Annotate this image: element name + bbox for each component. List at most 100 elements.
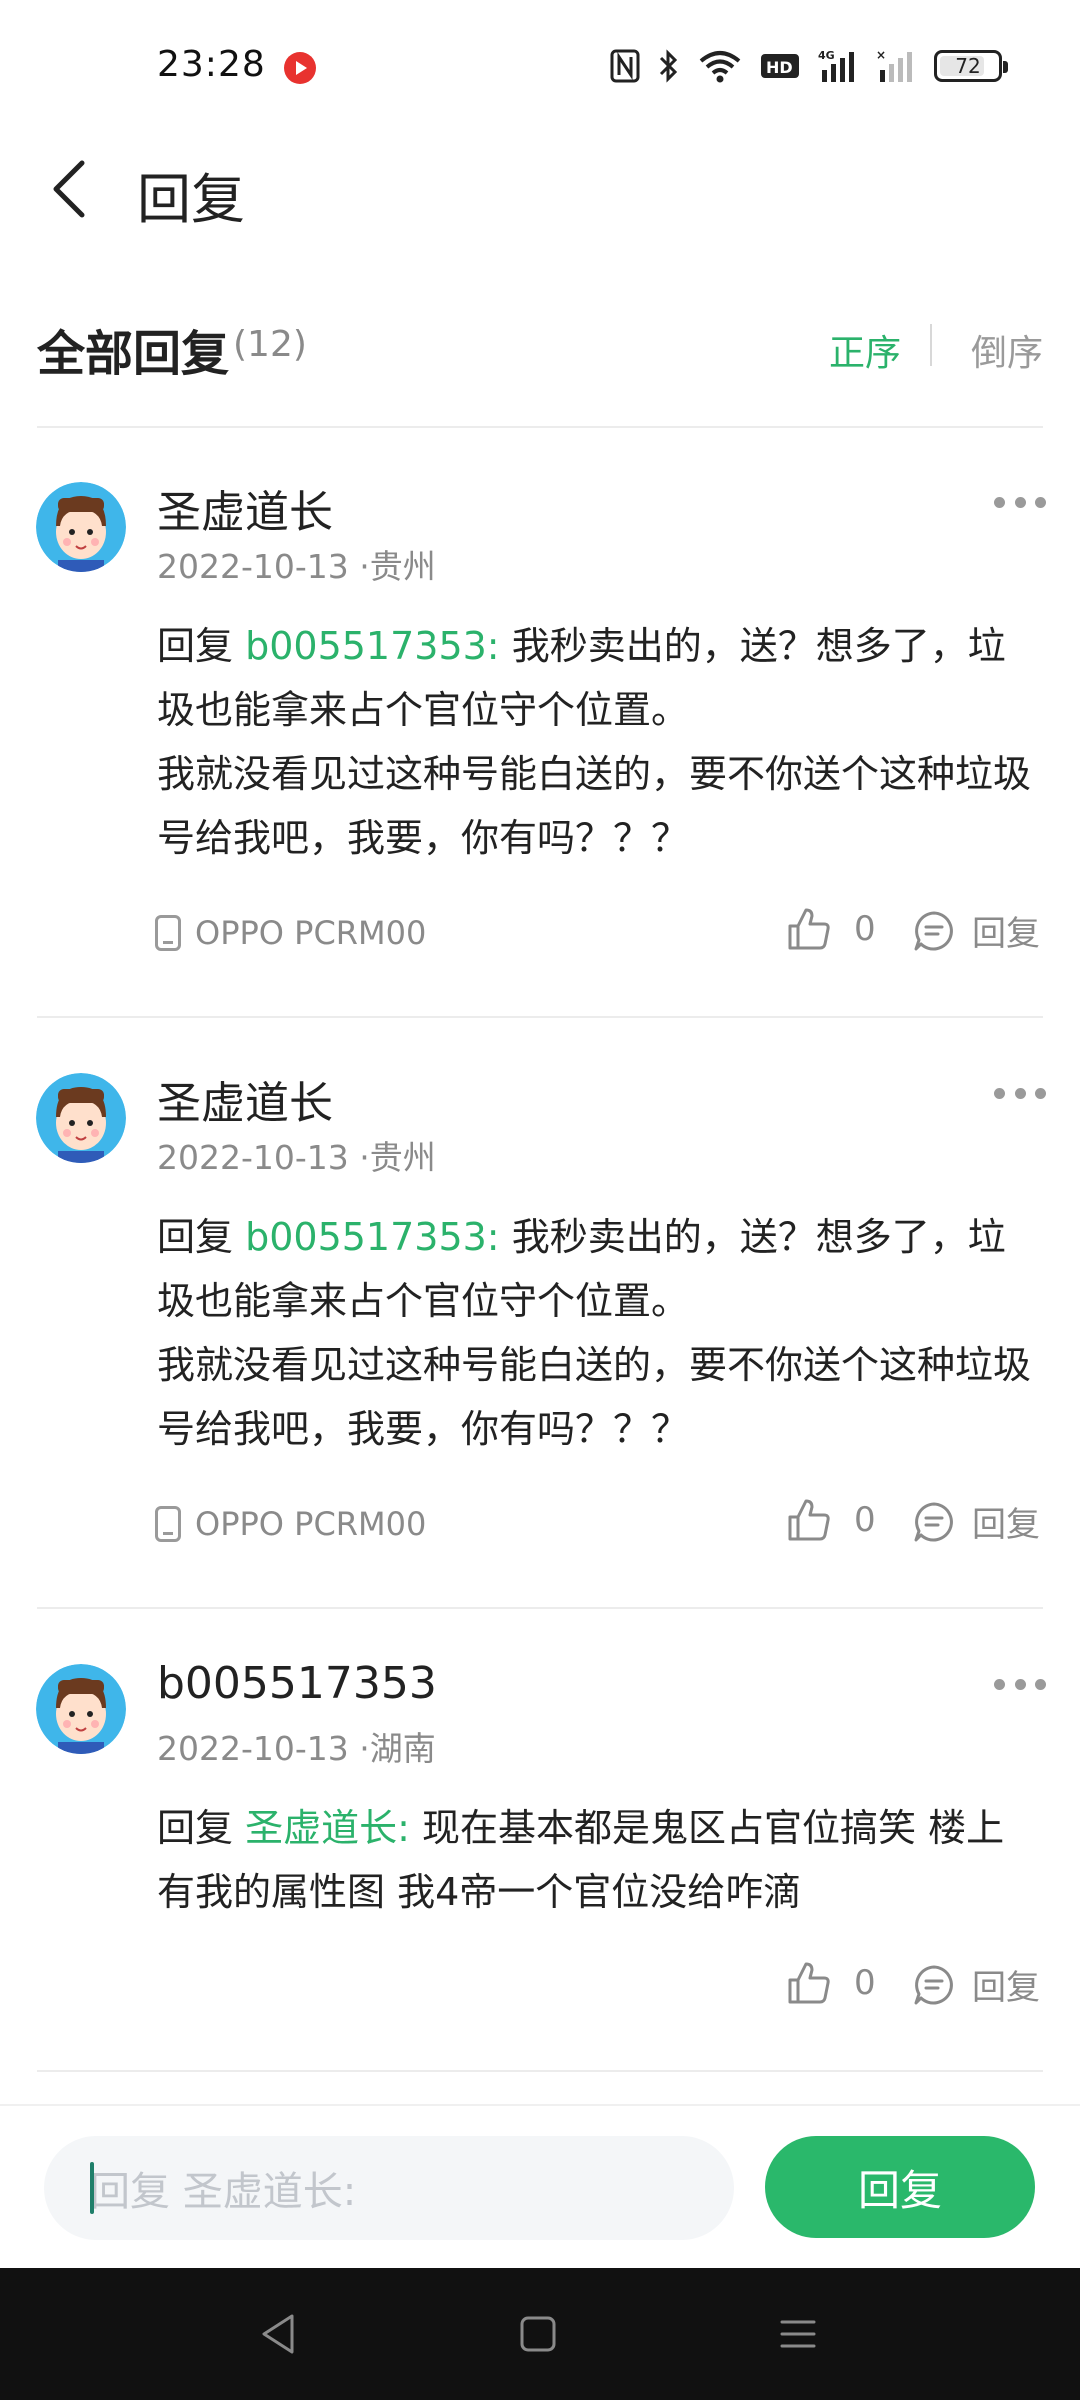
screen-record-icon	[284, 52, 316, 84]
status-icons: HD 4G × 72	[610, 46, 1008, 86]
more-dot-icon	[994, 496, 1005, 508]
replies-section-header: 全部回复 (12) 正序 倒序	[37, 300, 1043, 390]
reply-prefix: 回复	[157, 1215, 246, 1259]
phone-icon	[155, 1506, 181, 1542]
avatar[interactable]	[36, 1073, 126, 1163]
reply-label: 回复	[972, 914, 1040, 954]
comment-meta: 2022-10-13 ·贵州	[157, 540, 436, 588]
more-dot-icon	[1035, 1087, 1046, 1099]
comment-date: 2022-10-13	[157, 547, 349, 586]
divider	[37, 1016, 1043, 1018]
chevron-left-icon	[53, 160, 85, 218]
comment-text-line: 我就没看见过这种号能白送的，要不你送个这种垃圾号给我吧，我要，你有吗？？？	[157, 1343, 1032, 1451]
sort-separator	[930, 324, 932, 366]
comment-location: ·贵州	[348, 1138, 436, 1177]
comment-location: ·贵州	[348, 547, 436, 586]
comment-meta: 2022-10-13 ·贵州	[157, 1131, 436, 1179]
more-dot-icon	[1014, 1678, 1026, 1690]
signal-4g-icon: 4G	[818, 48, 858, 84]
more-dot-icon	[994, 1678, 1005, 1690]
device-info: OPPO PCRM00	[155, 914, 426, 952]
like-count: 0	[854, 1963, 876, 2003]
reply-count: (12)	[233, 324, 307, 365]
more-dot-icon	[1014, 496, 1026, 508]
divider	[37, 1607, 1043, 1609]
comment-actions: 0 回复	[0, 1960, 1080, 2020]
like-button[interactable]: 0	[786, 906, 876, 952]
device-info: OPPO PCRM00	[155, 1505, 426, 1543]
svg-text:×: ×	[876, 48, 886, 62]
more-options-button[interactable]	[994, 1674, 1046, 1694]
device-name: OPPO PCRM00	[195, 1505, 427, 1543]
status-bar: 23:28 HD 4G × 72	[0, 0, 1080, 135]
reply-composer: 回复 圣虚道长: 回复	[0, 2104, 1080, 2268]
comment-body: 回复 圣虚道长: 现在基本都是鬼区占官位搞笑 楼上有我的属性图 我4帝一个官位没…	[157, 1796, 1037, 1924]
nav-menu-button[interactable]	[768, 2304, 828, 2364]
bluetooth-icon	[658, 48, 680, 84]
thumbs-up-icon	[788, 1499, 830, 1541]
mention-link[interactable]: 圣虚道长:	[245, 1806, 410, 1850]
reply-input[interactable]: 回复 圣虚道长:	[44, 2136, 734, 2240]
nfc-icon	[610, 48, 640, 84]
thumbs-up-icon	[788, 1962, 830, 2004]
sort-descending-button[interactable]: 倒序	[971, 324, 1043, 376]
comment-date: 2022-10-13	[157, 1729, 349, 1768]
svg-text:HD: HD	[766, 58, 793, 77]
system-navigation-bar	[0, 2268, 1080, 2400]
comment-icon	[914, 911, 953, 950]
more-dot-icon	[1035, 1678, 1046, 1690]
more-dot-icon	[994, 1087, 1005, 1099]
comment-icon	[914, 1502, 953, 1541]
svg-text:4G: 4G	[818, 49, 835, 62]
mention-link[interactable]: b005517353:	[245, 624, 500, 668]
comment-actions: OPPO PCRM00 0 回复	[0, 906, 1080, 966]
more-options-button[interactable]	[994, 1083, 1046, 1103]
like-button[interactable]: 0	[786, 1497, 876, 1543]
section-title: 全部回复	[37, 326, 230, 382]
mention-link[interactable]: b005517353:	[245, 1215, 500, 1259]
thumbs-up-icon	[788, 908, 830, 950]
avatar[interactable]	[36, 482, 126, 572]
comment-body: 回复 b005517353: 我秒卖出的，送？想多了，垃圾也能拿来占个官位守个位…	[157, 1205, 1037, 1461]
divider	[37, 426, 1043, 428]
reply-prefix: 回复	[157, 1806, 246, 1850]
more-dot-icon	[1035, 496, 1046, 508]
top-app-bar: 回复	[0, 135, 1080, 245]
comment-body: 回复 b005517353: 我秒卖出的，送？想多了，垃圾也能拿来占个官位守个位…	[157, 614, 1037, 870]
avatar[interactable]	[36, 1664, 126, 1754]
comment-actions: OPPO PCRM00 0 回复	[0, 1497, 1080, 1557]
like-count: 0	[854, 909, 876, 949]
send-reply-button[interactable]: 回复	[765, 2136, 1035, 2238]
like-button[interactable]: 0	[786, 1960, 876, 2006]
signal-icon: ×	[876, 48, 916, 84]
comment-date: 2022-10-13	[157, 1138, 349, 1177]
menu-icon	[780, 2320, 816, 2348]
reply-label: 回复	[972, 1968, 1040, 2008]
reply-button[interactable]: 回复	[912, 906, 1040, 955]
reply-button[interactable]: 回复	[912, 1497, 1040, 1546]
hd-icon: HD	[760, 48, 800, 84]
nav-home-button[interactable]	[508, 2304, 568, 2364]
phone-icon	[155, 915, 181, 951]
text-cursor	[90, 2162, 94, 2214]
reply-input-placeholder: 回复 圣虚道长:	[90, 2169, 357, 2215]
username[interactable]: b005517353	[157, 1658, 437, 1709]
wifi-icon	[698, 48, 742, 84]
comment-text-line: 我就没看见过这种号能白送的，要不你送个这种垃圾号给我吧，我要，你有吗？？？	[157, 752, 1032, 860]
more-dot-icon	[1014, 1087, 1026, 1099]
username[interactable]: 圣虚道长	[157, 476, 333, 540]
reply-prefix: 回复	[157, 624, 246, 668]
username[interactable]: 圣虚道长	[157, 1067, 333, 1131]
reply-label: 回复	[972, 1505, 1040, 1545]
reply-button[interactable]: 回复	[912, 1960, 1040, 2009]
status-time: 23:28	[157, 44, 266, 85]
nav-back-button[interactable]	[248, 2304, 308, 2364]
comment-location: ·湖南	[348, 1729, 436, 1768]
comment-meta: 2022-10-13 ·湖南	[157, 1722, 436, 1770]
divider	[37, 2070, 1043, 2072]
like-count: 0	[854, 1500, 876, 1540]
back-button[interactable]	[30, 149, 110, 229]
sort-ascending-button[interactable]: 正序	[829, 324, 901, 376]
more-options-button[interactable]	[994, 492, 1046, 512]
battery-level: 72	[955, 54, 981, 78]
